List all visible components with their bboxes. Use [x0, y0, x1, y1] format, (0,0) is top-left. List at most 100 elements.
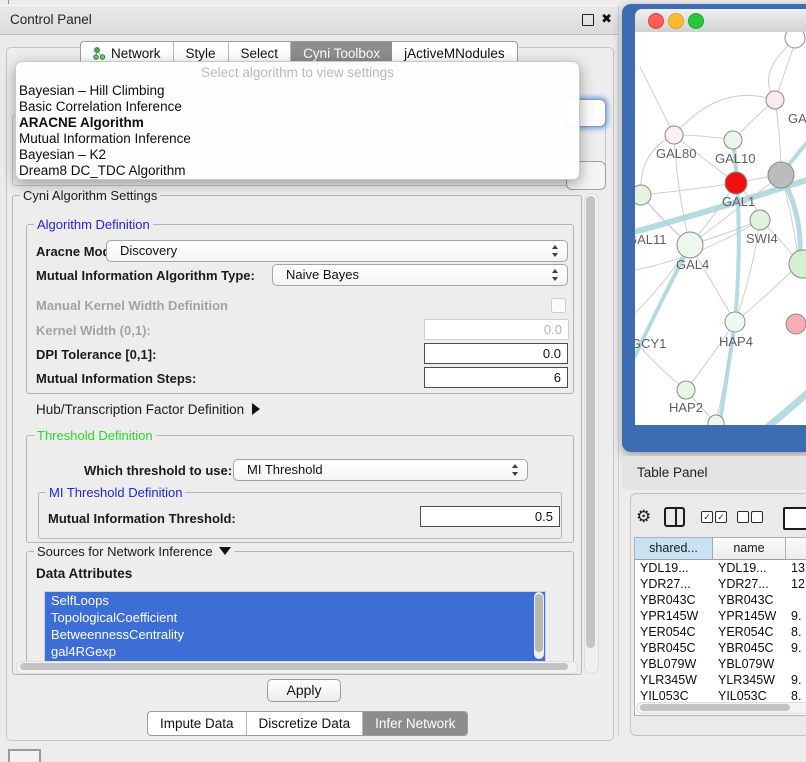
svg-text:GAL10: GAL10 [715, 151, 755, 166]
table-row[interactable]: YLR345WYLR345W9. [635, 672, 806, 688]
collapse-down-icon [219, 547, 231, 555]
network-canvas[interactable]: GAL GAL80 GAL10 GAL1 GAL11 SWI4 GAL4 GCY… [635, 32, 806, 425]
mi-steps-field[interactable]: 6 [424, 367, 568, 388]
algorithm-option[interactable]: Basic Correlation Inference [19, 99, 575, 115]
hub-definition-expander[interactable]: Hub/Transcription Factor Definition [36, 402, 260, 417]
dpi-tolerance-label: DPI Tolerance [0,1]: [36, 347, 156, 362]
sources-legend[interactable]: Sources for Network Inference [34, 544, 234, 559]
attribute-item[interactable]: TopologicalCoefficient [45, 609, 545, 626]
tab-jactivemnodules-label: jActiveMNodules [404, 46, 505, 61]
mi-steps-label: Mutual Information Steps: [36, 371, 196, 386]
dpi-tolerance-field[interactable]: 0.0 [424, 343, 568, 364]
tab-discretize-data[interactable]: Discretize Data [247, 712, 364, 735]
algorithm-dropdown-popup: Select algorithm to view settings Bayesi… [15, 61, 580, 180]
network-node [786, 314, 806, 334]
table-row[interactable]: YDL19...YDL19...13 [635, 560, 806, 576]
deselect-all-checkbox-icon[interactable] [751, 511, 763, 523]
control-panel-window: Control Panel ✖ Network Style Select [0, 5, 619, 735]
data-attributes-label: Data Attributes [36, 566, 132, 581]
data-attributes-list: SelfLoops TopologicalCoefficient Between… [44, 591, 546, 662]
mi-algorithm-type-combobox[interactable]: Naive Bayes [272, 264, 568, 286]
manual-kernel-label: Manual Kernel Width Definition [36, 298, 228, 313]
tab-impute-data[interactable]: Impute Data [148, 712, 247, 735]
svg-text:GAL1: GAL1 [722, 194, 755, 209]
table-panel-window: ⚙ ✓ ✓ shared... name YDL19...YDL19...13 … [630, 493, 806, 736]
apply-button[interactable]: Apply [267, 679, 341, 702]
table-row[interactable]: YPR145WYPR145W9. [635, 608, 806, 624]
spinner-arrows-icon [552, 269, 559, 281]
mi-threshold-legend: MI Threshold Definition [46, 485, 185, 500]
table-horizontal-scrollbar[interactable] [636, 702, 806, 714]
manual-kernel-checkbox[interactable] [551, 298, 566, 313]
attribute-item[interactable]: BetweennessCentrality [45, 626, 545, 643]
table-row[interactable]: YDR27...YDR27...12 [635, 576, 806, 592]
cyni-settings-legend: Cyni Algorithm Settings [20, 188, 160, 203]
mac-close-icon[interactable] [648, 13, 664, 29]
aracne-mode-value: Discovery [120, 243, 177, 258]
network-node [785, 32, 805, 48]
attribute-item[interactable]: gal4RGexp [45, 643, 545, 660]
mi-threshold-field[interactable]: 0.5 [420, 506, 560, 527]
algorithm-dropdown-placeholder: Select algorithm to view settings [16, 65, 579, 80]
tab-discretize-label: Discretize Data [259, 716, 351, 731]
which-threshold-value: MI Threshold [247, 462, 323, 477]
collapsed-panel-stub[interactable] [8, 749, 41, 762]
gear-icon[interactable]: ⚙ [636, 507, 651, 527]
svg-text:GCY1: GCY1 [635, 336, 666, 351]
aracne-mode-combobox[interactable]: Discovery [106, 240, 568, 262]
select-all-checkbox-icon[interactable]: ✓ [715, 511, 727, 523]
mac-zoom-icon[interactable] [688, 13, 704, 29]
table-row[interactable]: YER054CYER054C8. [635, 624, 806, 640]
table-row[interactable]: YBR045CYBR045C9. [635, 640, 806, 656]
algorithm-option-selected[interactable]: ARACNE Algorithm [19, 115, 575, 131]
column-layout-icon[interactable] [664, 507, 685, 527]
tab-infer-network[interactable]: Infer Network [363, 712, 467, 735]
cyni-bottom-tabbar: Impute Data Discretize Data Infer Networ… [147, 711, 468, 736]
mi-type-value: Naive Bayes [286, 267, 359, 282]
tab-impute-label: Impute Data [160, 716, 234, 731]
network-node [677, 232, 703, 258]
algorithm-option[interactable]: Bayesian – K2 [19, 147, 575, 163]
column-header-partial[interactable] [786, 538, 806, 560]
column-header-name[interactable]: name [713, 538, 786, 560]
select-all-checkbox-icon[interactable]: ✓ [701, 511, 713, 523]
kernel-width-label: Kernel Width (0,1): [36, 323, 151, 338]
network-view-window[interactable]: GAL GAL80 GAL10 GAL1 GAL11 SWI4 GAL4 GCY… [622, 4, 806, 452]
network-node [725, 172, 747, 194]
column-header-shared-name[interactable]: shared... [635, 538, 713, 560]
tab-style-label: Style [186, 46, 216, 61]
network-node [766, 91, 784, 109]
network-node [635, 185, 651, 205]
network-nodes[interactable] [635, 32, 806, 425]
close-icon[interactable]: ✖ [601, 11, 612, 27]
table-row[interactable]: YIL053CYIL053C8. [635, 688, 806, 700]
tab-select-label: Select [241, 46, 279, 61]
float-window-icon[interactable] [582, 14, 594, 26]
spinner-arrows-icon [552, 245, 559, 257]
table-body: YDL19...YDL19...13 YDR27...YDR27...12 YB… [635, 560, 806, 700]
sources-legend-label: Sources for Network Inference [37, 544, 213, 559]
network-node [677, 381, 695, 399]
expand-right-icon [252, 403, 260, 415]
svg-text:HAP2: HAP2 [669, 400, 703, 415]
table-panel-titlebar: Table Panel [622, 456, 806, 490]
which-threshold-combobox[interactable]: MI Threshold [233, 459, 528, 481]
kernel-width-field[interactable]: 0.0 [424, 319, 569, 340]
attribute-item[interactable]: SelfLoops [45, 592, 545, 609]
attributes-scrollbar[interactable] [534, 592, 544, 659]
network-view-titlebar [635, 9, 806, 33]
algorithm-option[interactable]: Bayesian – Hill Climbing [19, 83, 575, 99]
deselect-all-checkbox-icon[interactable] [737, 511, 749, 523]
tab-cyni-toolbox-label: Cyni Toolbox [303, 46, 380, 61]
algorithm-option[interactable]: Mutual Information Inference [19, 131, 575, 147]
table-file-icon[interactable] [783, 507, 806, 530]
table-row[interactable]: YBL079WYBL079W [635, 656, 806, 672]
network-node [750, 210, 770, 230]
settings-vertical-scrollbar[interactable] [584, 193, 599, 674]
table-row[interactable]: YBR043CYBR043C [635, 592, 806, 608]
mac-minimize-icon[interactable] [668, 13, 684, 29]
svg-text:GAL4: GAL4 [676, 257, 709, 272]
algorithm-option[interactable]: Dream8 DC_TDC Algorithm [19, 163, 575, 179]
network-node [768, 162, 794, 188]
settings-horizontal-scrollbar[interactable] [16, 661, 578, 674]
